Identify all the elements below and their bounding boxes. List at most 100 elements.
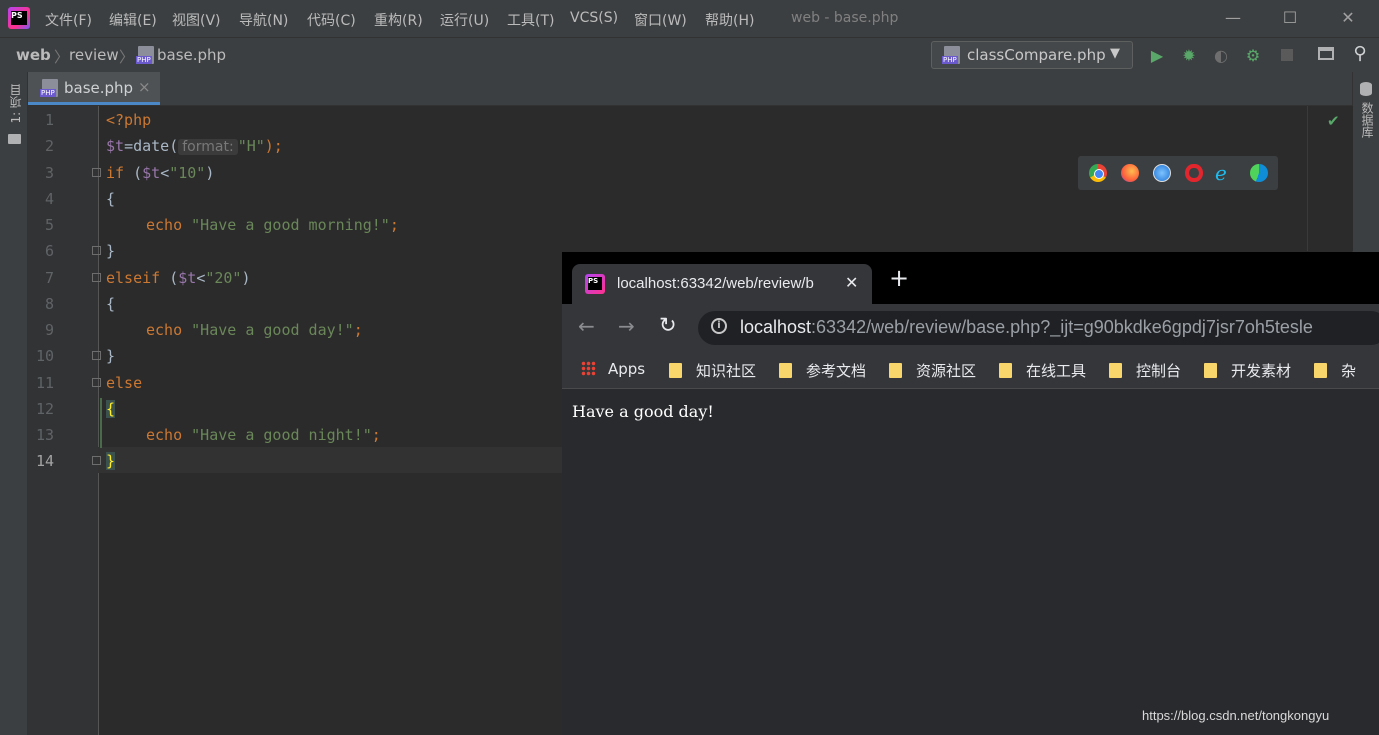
code-line[interactable]: { — [106, 190, 115, 208]
close-window-button[interactable]: ✕ — [1333, 8, 1363, 27]
window-title: web - base.php — [791, 10, 899, 26]
browser-toolbar: ← → ↻ i localhost:63342/web/review/base.… — [562, 304, 1379, 352]
opera-icon[interactable] — [1185, 164, 1203, 182]
menu-window[interactable]: 窗口(W) — [634, 10, 687, 30]
line-number: 12 — [35, 400, 54, 418]
database-icon — [1360, 82, 1372, 96]
editor-tab-bar: PHP base.php × — [28, 72, 1352, 106]
code-line[interactable]: { — [106, 295, 115, 313]
code-line[interactable]: { — [106, 400, 116, 418]
line-number: 5 — [44, 216, 54, 234]
site-info-icon[interactable]: i — [711, 318, 727, 334]
bookmark-apps[interactable]: Apps — [581, 360, 645, 378]
forward-icon[interactable]: → — [618, 314, 635, 338]
code-line[interactable]: if ($t<"10") — [106, 164, 214, 182]
firefox-icon[interactable] — [1121, 164, 1139, 182]
menu-edit[interactable]: 编辑(E) — [109, 10, 157, 30]
address-bar[interactable]: i localhost:63342/web/review/base.php?_i… — [698, 311, 1379, 345]
php-file-icon: PHP — [136, 46, 154, 64]
inspection-ok-icon[interactable]: ✔ — [1327, 112, 1340, 130]
fold-marker-icon[interactable] — [92, 246, 101, 255]
stop-icon[interactable] — [1281, 49, 1293, 61]
line-number: 10 — [35, 347, 54, 365]
database-panel-toggle[interactable]: 数据库 — [1359, 102, 1376, 138]
line-number: 11 — [35, 374, 54, 392]
folder-icon — [999, 363, 1012, 378]
bookmark-folder[interactable]: 在线工具 — [999, 360, 1086, 381]
code-line[interactable]: else — [106, 374, 142, 392]
coverage-icon[interactable]: ◐ — [1210, 46, 1232, 65]
code-line[interactable]: echo "Have a good night!"; — [146, 426, 381, 444]
menu-view[interactable]: 视图(V) — [172, 10, 221, 30]
watermark-text: https://blog.csdn.net/tongkongyu — [1142, 708, 1330, 723]
menu-run[interactable]: 运行(U) — [440, 10, 489, 30]
menu-file[interactable]: 文件(F) — [45, 10, 92, 30]
code-line[interactable]: } — [106, 347, 115, 365]
ie-icon[interactable]: e — [1215, 161, 1227, 185]
debug-icon[interactable]: ✹ — [1178, 46, 1200, 65]
open-in-browser-popup: e — [1078, 156, 1278, 190]
favicon-icon: PS — [585, 274, 605, 294]
folder-icon — [1204, 363, 1217, 378]
line-number: 7 — [44, 269, 54, 287]
code-line[interactable]: } — [106, 452, 116, 470]
code-line[interactable]: $t=date(format: "H"); — [106, 137, 283, 155]
right-tool-strip: 数据库 — [1352, 72, 1379, 252]
breadcrumb-project[interactable]: web — [16, 46, 51, 64]
menu-navigate[interactable]: 导航(N) — [239, 10, 288, 30]
parameter-hint: format: — [178, 139, 238, 155]
safari-icon[interactable] — [1153, 164, 1171, 182]
browser-tab-close-icon[interactable]: ✕ — [845, 273, 858, 292]
folder-icon — [669, 363, 682, 378]
php-file-icon: PHP — [942, 46, 960, 64]
back-icon[interactable]: ← — [578, 314, 595, 338]
search-icon[interactable]: ⚲ — [1349, 43, 1371, 64]
code-line[interactable]: <?php — [106, 111, 151, 129]
code-line[interactable]: echo "Have a good day!"; — [146, 321, 363, 339]
new-tab-button[interactable]: + — [889, 266, 909, 290]
bookmark-folder[interactable]: 参考文档 — [779, 360, 866, 381]
fold-marker-icon[interactable] — [92, 378, 101, 387]
bookmark-folder[interactable]: 控制台 — [1109, 360, 1181, 381]
edge-icon[interactable] — [1250, 164, 1268, 182]
breadcrumb-file[interactable]: base.php — [157, 46, 226, 64]
menu-tools[interactable]: 工具(T) — [507, 10, 554, 30]
tab-close-icon[interactable]: × — [138, 78, 151, 96]
fold-marker-icon[interactable] — [92, 351, 101, 360]
current-line-highlight — [98, 447, 562, 473]
bookmark-folder[interactable]: 杂 — [1314, 360, 1356, 381]
menu-help[interactable]: 帮助(H) — [705, 10, 754, 30]
fold-marker-icon[interactable] — [92, 168, 101, 177]
menu-vcs[interactable]: VCS(S) — [570, 10, 618, 26]
navigation-bar: web 〉 review 〉 PHP base.php PHP classCom… — [0, 37, 1379, 73]
bookmark-folder[interactable]: 知识社区 — [669, 360, 756, 381]
browser-tab-bar: PS localhost:63342/web/review/b ✕ + — [562, 252, 1379, 304]
editor-status-area: ✔ — [1307, 106, 1353, 251]
code-line[interactable]: elseif ($t<"20") — [106, 269, 251, 287]
code-line[interactable]: echo "Have a good morning!"; — [146, 216, 399, 234]
reload-icon[interactable]: ↻ — [659, 313, 677, 337]
change-marker — [100, 398, 102, 448]
browser-tab[interactable]: PS localhost:63342/web/review/b ✕ — [572, 264, 872, 304]
run-icon[interactable]: ▶ — [1146, 46, 1168, 65]
fold-marker-icon[interactable] — [92, 456, 101, 465]
menu-code[interactable]: 代码(C) — [307, 10, 356, 30]
profile-icon[interactable]: ⚙ — [1242, 46, 1264, 65]
title-bar: PS 文件(F) 编辑(E) 视图(V) 导航(N) 代码(C) 重构(R) 运… — [0, 0, 1379, 37]
line-number: 6 — [44, 242, 54, 260]
folder-icon — [1109, 363, 1122, 378]
chrome-icon[interactable] — [1089, 164, 1107, 182]
minimize-button[interactable]: — — [1218, 8, 1248, 27]
bookmark-folder[interactable]: 资源社区 — [889, 360, 976, 381]
run-configuration-dropdown[interactable]: PHP classCompare.php ▼ — [931, 41, 1133, 69]
bookmark-folder[interactable]: 开发素材 — [1204, 360, 1291, 381]
maximize-button[interactable]: ☐ — [1275, 8, 1305, 27]
breadcrumb-folder[interactable]: review — [69, 46, 119, 64]
code-line[interactable]: } — [106, 242, 115, 260]
line-number: 9 — [44, 321, 54, 339]
project-panel-toggle[interactable]: 1: 项目 — [7, 84, 24, 124]
tab-base-php[interactable]: PHP base.php × — [28, 72, 160, 105]
terminal-icon[interactable] — [1318, 47, 1334, 60]
fold-marker-icon[interactable] — [92, 273, 101, 282]
menu-refactor[interactable]: 重构(R) — [374, 10, 423, 30]
